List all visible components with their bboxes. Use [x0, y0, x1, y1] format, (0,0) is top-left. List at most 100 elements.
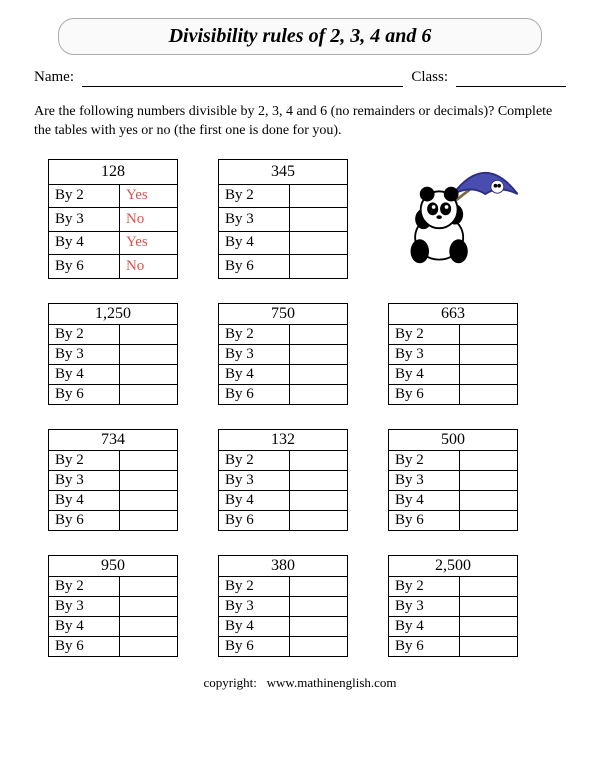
- answer-cell[interactable]: [289, 450, 347, 470]
- worksheet-grid: 128 By 2 Yes By 3 No By 4 Yes By 6 No 34…: [48, 159, 572, 657]
- divisor-label: By 3: [49, 344, 120, 364]
- divisor-label: By 6: [219, 510, 290, 530]
- divisibility-box: 500 By 2 By 3 By 4 By 6: [388, 429, 518, 531]
- box-number: 950: [49, 555, 178, 576]
- answer-cell[interactable]: [289, 616, 347, 636]
- box-number: 345: [219, 159, 348, 184]
- divisor-label: By 6: [219, 636, 290, 656]
- worksheet-title: Divisibility rules of 2, 3, 4 and 6: [58, 18, 542, 55]
- divisor-label: By 3: [49, 596, 120, 616]
- box-number: 132: [219, 429, 348, 450]
- answer-cell[interactable]: [459, 324, 517, 344]
- divisor-label: By 2: [49, 324, 120, 344]
- answer-cell[interactable]: No: [119, 255, 177, 279]
- answer-cell[interactable]: [119, 384, 177, 404]
- divisibility-box: 1,250 By 2 By 3 By 4 By 6: [48, 303, 178, 405]
- answer-cell[interactable]: [289, 596, 347, 616]
- answer-cell[interactable]: [459, 450, 517, 470]
- divisor-label: By 3: [219, 596, 290, 616]
- answer-cell[interactable]: [119, 636, 177, 656]
- divisibility-box: 345 By 2 By 3 By 4 By 6: [218, 159, 348, 279]
- answer-cell[interactable]: [289, 490, 347, 510]
- answer-cell[interactable]: [459, 636, 517, 656]
- answer-cell[interactable]: [459, 576, 517, 596]
- answer-cell[interactable]: [289, 344, 347, 364]
- divisor-label: By 2: [389, 450, 460, 470]
- answer-cell[interactable]: [459, 364, 517, 384]
- divisor-label: By 2: [49, 576, 120, 596]
- answer-cell[interactable]: [289, 510, 347, 530]
- divisor-label: By 6: [49, 636, 120, 656]
- divisor-label: By 6: [49, 510, 120, 530]
- class-label: Class:: [411, 69, 448, 87]
- divisor-label: By 6: [49, 255, 120, 279]
- divisor-label: By 3: [389, 344, 460, 364]
- divisibility-box: 380 By 2 By 3 By 4 By 6: [218, 555, 348, 657]
- answer-cell[interactable]: [289, 231, 347, 255]
- answer-cell[interactable]: [289, 636, 347, 656]
- answer-cell[interactable]: [289, 324, 347, 344]
- class-field[interactable]: [456, 69, 566, 87]
- divisor-label: By 3: [219, 208, 290, 232]
- divisor-label: By 3: [49, 208, 120, 232]
- answer-cell[interactable]: Yes: [119, 231, 177, 255]
- divisor-label: By 4: [219, 364, 290, 384]
- answer-cell[interactable]: [459, 596, 517, 616]
- answer-cell[interactable]: [459, 490, 517, 510]
- divisibility-box: 950 By 2 By 3 By 4 By 6: [48, 555, 178, 657]
- divisibility-box: 734 By 2 By 3 By 4 By 6: [48, 429, 178, 531]
- answer-cell[interactable]: [119, 364, 177, 384]
- answer-cell[interactable]: [119, 576, 177, 596]
- divisor-label: By 4: [389, 490, 460, 510]
- divisor-label: By 2: [389, 576, 460, 596]
- answer-cell[interactable]: [289, 364, 347, 384]
- answer-cell[interactable]: [459, 384, 517, 404]
- box-number: 2,500: [389, 555, 518, 576]
- instructions: Are the following numbers divisible by 2…: [34, 103, 566, 141]
- box-number: 1,250: [49, 303, 178, 324]
- panda-umbrella-icon: [388, 159, 518, 279]
- divisor-label: By 4: [219, 616, 290, 636]
- answer-cell[interactable]: [459, 616, 517, 636]
- answer-cell[interactable]: [119, 510, 177, 530]
- answer-cell[interactable]: [289, 255, 347, 279]
- divisor-label: By 3: [219, 344, 290, 364]
- answer-cell[interactable]: [459, 470, 517, 490]
- answer-cell[interactable]: [119, 596, 177, 616]
- copyright: copyright: www.mathinenglish.com: [28, 675, 572, 691]
- answer-cell[interactable]: [119, 324, 177, 344]
- box-number: 500: [389, 429, 518, 450]
- divisibility-box: 663 By 2 By 3 By 4 By 6: [388, 303, 518, 405]
- answer-cell[interactable]: [289, 184, 347, 208]
- answer-cell[interactable]: [289, 470, 347, 490]
- answer-cell[interactable]: No: [119, 208, 177, 232]
- answer-cell[interactable]: [289, 208, 347, 232]
- answer-cell[interactable]: [289, 576, 347, 596]
- divisibility-box: 750 By 2 By 3 By 4 By 6: [218, 303, 348, 405]
- answer-cell[interactable]: [119, 470, 177, 490]
- student-info: Name: Class:: [34, 69, 566, 87]
- divisor-label: By 6: [389, 510, 460, 530]
- divisor-label: By 2: [49, 450, 120, 470]
- answer-cell[interactable]: [459, 510, 517, 530]
- divisor-label: By 2: [219, 184, 290, 208]
- name-field[interactable]: [82, 69, 403, 87]
- divisor-label: By 3: [389, 470, 460, 490]
- answer-cell[interactable]: [119, 616, 177, 636]
- answer-cell[interactable]: [119, 344, 177, 364]
- divisor-label: By 6: [49, 384, 120, 404]
- divisor-label: By 3: [389, 596, 460, 616]
- box-number: 663: [389, 303, 518, 324]
- answer-cell[interactable]: [289, 384, 347, 404]
- box-number: 128: [49, 159, 178, 184]
- divisibility-box: 2,500 By 2 By 3 By 4 By 6: [388, 555, 518, 657]
- answer-cell[interactable]: [119, 450, 177, 470]
- answer-cell[interactable]: Yes: [119, 184, 177, 208]
- answer-cell[interactable]: [459, 344, 517, 364]
- divisor-label: By 2: [219, 450, 290, 470]
- answer-cell[interactable]: [119, 490, 177, 510]
- divisor-label: By 4: [49, 364, 120, 384]
- divisor-label: By 4: [219, 490, 290, 510]
- name-label: Name:: [34, 69, 74, 87]
- divisor-label: By 4: [389, 616, 460, 636]
